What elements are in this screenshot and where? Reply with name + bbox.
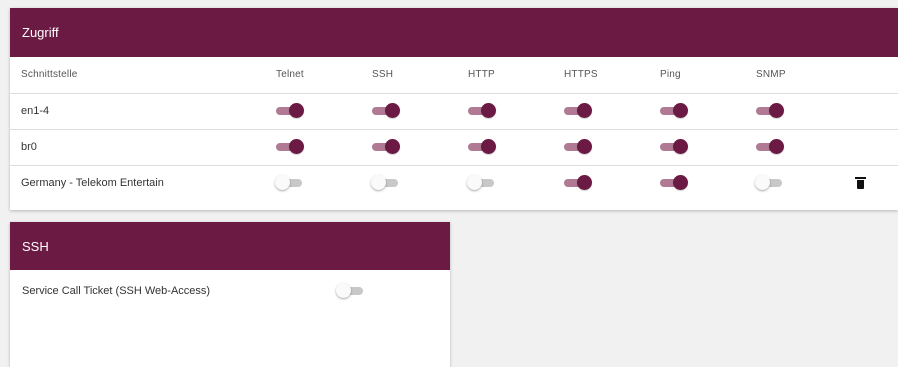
toggle-cell-telnet <box>275 164 372 201</box>
https-toggle[interactable] <box>564 102 592 120</box>
column-header-telnet: Telnet <box>276 69 304 81</box>
toggle-cell-http <box>467 164 564 201</box>
toggle-knob <box>769 139 784 154</box>
toggle-knob <box>371 175 386 191</box>
ping-toggle[interactable] <box>660 102 688 120</box>
toggle-knob <box>577 139 592 154</box>
row-actions <box>852 92 898 129</box>
toggle-cell-http <box>468 92 564 129</box>
table-row: en1-4 <box>10 92 898 129</box>
toggle-knob <box>385 139 400 154</box>
row-actions <box>852 128 898 165</box>
http-toggle[interactable] <box>468 102 496 120</box>
table-row: Germany - Telekom Entertain <box>10 164 898 201</box>
column-header-ping: Ping <box>660 69 681 81</box>
toggle-knob <box>673 139 688 154</box>
trash-icon[interactable] <box>855 177 866 190</box>
ssh-panel-title: SSH <box>22 238 49 254</box>
snmp-toggle[interactable] <box>756 138 784 156</box>
toggle-knob <box>769 103 784 118</box>
access-table-header-row: Schnittstelle Telnet SSH HTTP HTTPS Ping… <box>10 57 898 93</box>
toggle-cell-telnet <box>276 128 372 165</box>
toggle-cell-ping <box>660 128 756 165</box>
toggle-cell-telnet <box>276 92 372 129</box>
toggle-cell-ssh <box>372 92 468 129</box>
telnet-toggle[interactable] <box>275 174 304 192</box>
toggle-cell-snmp <box>756 128 852 165</box>
telnet-toggle[interactable] <box>276 102 304 120</box>
toggle-knob <box>289 103 304 118</box>
column-header-https: HTTPS <box>564 69 598 81</box>
service-call-label: Service Call Ticket (SSH Web-Access) <box>22 285 211 297</box>
toggle-knob <box>336 283 351 298</box>
toggle-cell-http <box>468 128 564 165</box>
toggle-knob <box>577 103 592 118</box>
snmp-toggle[interactable] <box>756 102 784 120</box>
toggle-knob <box>481 139 496 154</box>
toggle-cell-ssh <box>372 128 468 165</box>
column-header-ssh: SSH <box>372 69 394 81</box>
service-call-row: Service Call Ticket (SSH Web-Access) <box>10 270 450 310</box>
interface-name: Germany - Telekom Entertain <box>10 164 276 201</box>
toggle-knob <box>673 175 688 191</box>
https-toggle[interactable] <box>564 174 592 192</box>
toggle-cell-snmp <box>756 92 852 129</box>
snmp-toggle[interactable] <box>755 174 784 192</box>
column-header-actions <box>852 57 898 93</box>
column-header-http: HTTP <box>468 69 495 81</box>
access-panel-header: Zugriff <box>10 8 898 57</box>
toggle-knob <box>481 103 496 118</box>
interface-name: en1-4 <box>10 92 276 129</box>
toggle-cell-https <box>564 92 660 129</box>
ssh-toggle[interactable] <box>372 138 400 156</box>
toggle-cell-ping <box>660 92 756 129</box>
toggle-knob <box>755 175 770 191</box>
toggle-cell-https <box>564 164 660 201</box>
access-table: Schnittstelle Telnet SSH HTTP HTTPS Ping… <box>10 57 898 201</box>
ssh-panel-header: SSH <box>10 222 450 270</box>
telnet-toggle[interactable] <box>276 138 304 156</box>
https-toggle[interactable] <box>564 138 592 156</box>
http-toggle[interactable] <box>467 174 496 192</box>
toggle-knob <box>289 139 304 154</box>
toggle-knob <box>673 103 688 118</box>
ssh-toggle[interactable] <box>371 174 400 192</box>
http-toggle[interactable] <box>468 138 496 156</box>
service-call-toggle[interactable] <box>336 282 365 300</box>
toggle-knob <box>467 175 482 191</box>
ssh-panel: SSH Service Call Ticket (SSH Web-Access) <box>10 222 450 367</box>
table-row: br0 <box>10 128 898 165</box>
toggle-knob <box>577 175 592 191</box>
toggle-knob <box>275 175 290 191</box>
column-header-snmp: SNMP <box>756 69 786 81</box>
access-panel-title: Zugriff <box>22 25 59 40</box>
row-actions <box>852 164 898 201</box>
toggle-knob <box>385 103 400 118</box>
toggle-cell-ping <box>660 164 756 201</box>
toggle-cell-https <box>564 128 660 165</box>
toggle-cell-ssh <box>371 164 468 201</box>
ssh-toggle[interactable] <box>372 102 400 120</box>
access-panel: Zugriff Schnittstelle Telnet SSH HTTP HT… <box>10 8 898 210</box>
ping-toggle[interactable] <box>660 174 688 192</box>
column-header-interface: Schnittstelle <box>21 69 78 81</box>
ping-toggle[interactable] <box>660 138 688 156</box>
interface-name: br0 <box>10 128 276 165</box>
toggle-cell-snmp <box>755 164 852 201</box>
